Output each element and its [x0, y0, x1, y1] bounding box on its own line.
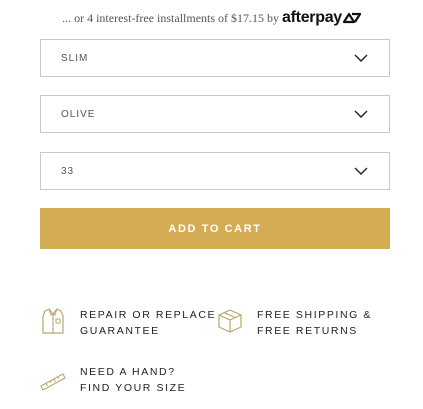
afterpay-installments: ... or 4 interest-free installments of $… [0, 6, 423, 30]
add-to-cart-button[interactable]: ADD TO CART [40, 208, 390, 249]
shipping-line-2: FREE RETURNS [257, 325, 358, 337]
chevron-down-icon [354, 54, 368, 62]
afterpay-logo-text: afterpay [282, 9, 342, 26]
free-shipping-label: FREE SHIPPING & FREE RETURNS [257, 307, 372, 339]
installments-text: ... or 4 interest-free installments of $… [62, 10, 280, 25]
chevron-down-icon [354, 167, 368, 175]
afterpay-arrows-icon [342, 12, 361, 24]
repair-guarantee-label: REPAIR OR REPLACE GUARANTEE [80, 307, 216, 339]
ruler-icon [40, 364, 66, 392]
repair-line-1: REPAIR OR REPLACE [80, 309, 217, 321]
size-line-1: NEED A HAND? [80, 366, 176, 378]
repair-line-2: GUARANTEE [80, 325, 160, 337]
box-icon [217, 307, 243, 335]
shirt-icon [40, 307, 66, 335]
fit-select-value: SLIM [61, 52, 89, 64]
color-select-value: OLIVE [61, 108, 96, 120]
chevron-down-icon [354, 110, 368, 118]
fit-select[interactable]: SLIM [40, 39, 390, 77]
shipping-line-1: FREE SHIPPING & [257, 309, 373, 321]
feature-find-your-size[interactable]: NEED A HAND? FIND YOUR SIZE [40, 364, 186, 396]
feature-free-shipping: FREE SHIPPING & FREE RETURNS [217, 307, 372, 339]
size-line-2: FIND YOUR SIZE [80, 382, 187, 394]
find-size-label[interactable]: NEED A HAND? FIND YOUR SIZE [80, 364, 186, 396]
color-select[interactable]: OLIVE [40, 95, 390, 133]
size-select[interactable]: 33 [40, 152, 390, 190]
size-select-value: 33 [61, 165, 75, 177]
afterpay-logo[interactable]: afterpay [282, 9, 361, 27]
feature-repair-guarantee: REPAIR OR REPLACE GUARANTEE [40, 307, 216, 339]
